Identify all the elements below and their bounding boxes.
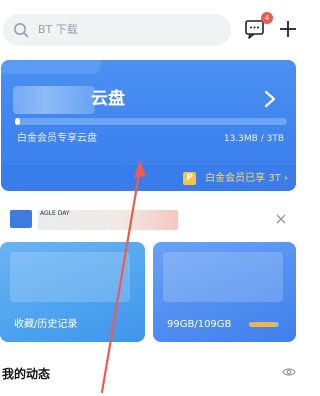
banner-ad[interactable]: AGLE DAY (0, 204, 296, 236)
vip-status-text: 白金会员已享 3T (205, 173, 281, 184)
chevron-right-icon[interactable] (263, 90, 277, 108)
search-bar[interactable]: BT 下载 (3, 14, 231, 46)
vip-icon: P (183, 172, 196, 185)
cloud-storage-card[interactable]: 云盘 白金会员专享云盘 13.3MB / 3TB P 白金会员已享 3T › (1, 60, 296, 191)
blurred-username (13, 86, 95, 114)
blurred-thumbnail (163, 252, 283, 302)
storage-tile-label: 99GB/109GB (167, 319, 232, 330)
storage-meter (249, 322, 279, 327)
vip-status-link[interactable]: 白金会员已享 3T › (205, 172, 288, 186)
top-bar: BT 下载 4 (0, 0, 296, 58)
card-tab-decoration (1, 60, 101, 74)
storage-progress-bar (15, 118, 287, 125)
storage-usage: 13.3MB / 3TB (223, 134, 284, 144)
ad-tag: AGLE DAY (40, 210, 70, 217)
cloud-subtitle: 白金会员专享云盘 (17, 133, 97, 144)
eye-icon[interactable] (282, 366, 296, 378)
section-title: 我的动态 (2, 367, 51, 381)
search-placeholder: BT 下载 (38, 23, 78, 36)
storage-progress-fill (15, 118, 21, 125)
cloud-title: 云盘 (91, 89, 125, 109)
favorites-history-tile[interactable]: 收藏/历史记录 (0, 242, 145, 342)
notification-badge: 4 (261, 12, 273, 24)
plus-icon[interactable] (280, 17, 296, 41)
storage-tile[interactable]: 99GB/109GB (153, 242, 296, 342)
my-activity-section: 我的动态 (0, 356, 296, 396)
search-icon (14, 23, 29, 38)
blurred-thumbnail (10, 252, 130, 302)
ad-logo (10, 210, 32, 228)
favorites-history-label: 收藏/历史记录 (14, 319, 78, 330)
close-icon[interactable] (275, 213, 287, 225)
storage-meter-fill (249, 322, 276, 327)
